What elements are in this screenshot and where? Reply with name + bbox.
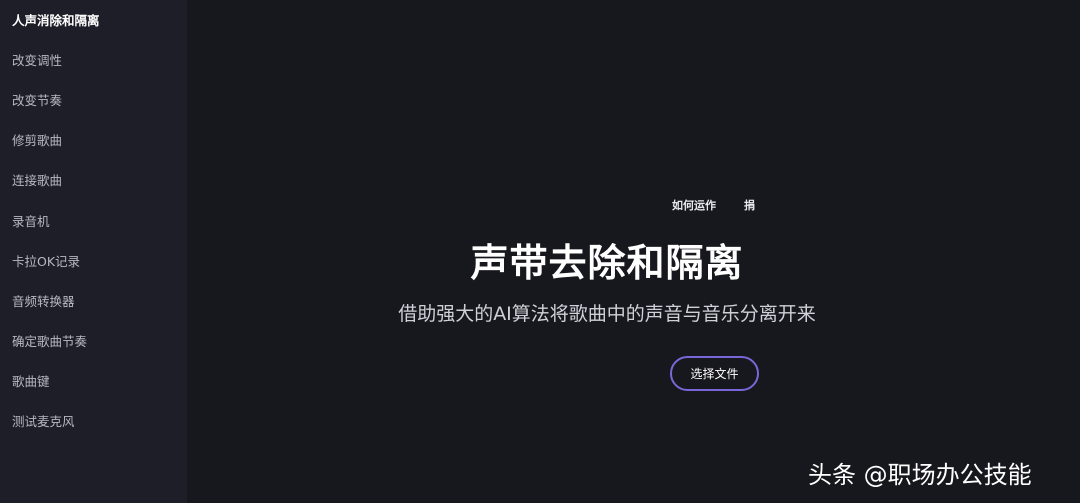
sidebar-item-tempo-changer[interactable]: 改变节奏 <box>12 90 62 109</box>
sidebar-item-recorder[interactable]: 录音机 <box>12 211 50 230</box>
main-content: 如何运作 捐 声带去除和隔离 借助强大的AI算法将歌曲中的声音与音乐分离开来 选… <box>187 0 1080 503</box>
sidebar-item-karaoke[interactable]: 卡拉OK记录 <box>12 251 80 270</box>
sidebar-item-key-finder[interactable]: 歌曲键 <box>12 371 50 390</box>
sidebar-item-mic-test[interactable]: 测试麦克风 <box>12 411 75 430</box>
sidebar-item-vocal-remover[interactable]: 人声消除和隔离 <box>12 10 100 29</box>
donate-link[interactable]: 捐 <box>744 197 755 213</box>
watermark-text: 头条 @职场办公技能 <box>808 461 1032 489</box>
sidebar-item-converter[interactable]: 音频转换器 <box>12 291 75 310</box>
sidebar-item-joiner[interactable]: 连接歌曲 <box>12 170 62 189</box>
sidebar-item-cutter[interactable]: 修剪歌曲 <box>12 130 62 149</box>
page-subtitle: 借助强大的AI算法将歌曲中的声音与音乐分离开来 <box>398 303 816 325</box>
app-window: 人声消除和隔离 改变调性 改变节奏 修剪歌曲 连接歌曲 录音机 卡拉OK记录 音… <box>0 0 1080 503</box>
page-title: 声带去除和隔离 <box>470 241 744 285</box>
sidebar-item-bpm-finder[interactable]: 确定歌曲节奏 <box>12 331 87 350</box>
sidebar-item-pitch-changer[interactable]: 改变调性 <box>12 50 62 69</box>
top-links: 如何运作 捐 <box>187 197 1080 213</box>
sidebar: 人声消除和隔离 改变调性 改变节奏 修剪歌曲 连接歌曲 录音机 卡拉OK记录 音… <box>0 0 187 503</box>
how-it-works-link[interactable]: 如何运作 <box>672 197 716 213</box>
choose-file-button[interactable]: 选择文件 <box>670 356 759 391</box>
